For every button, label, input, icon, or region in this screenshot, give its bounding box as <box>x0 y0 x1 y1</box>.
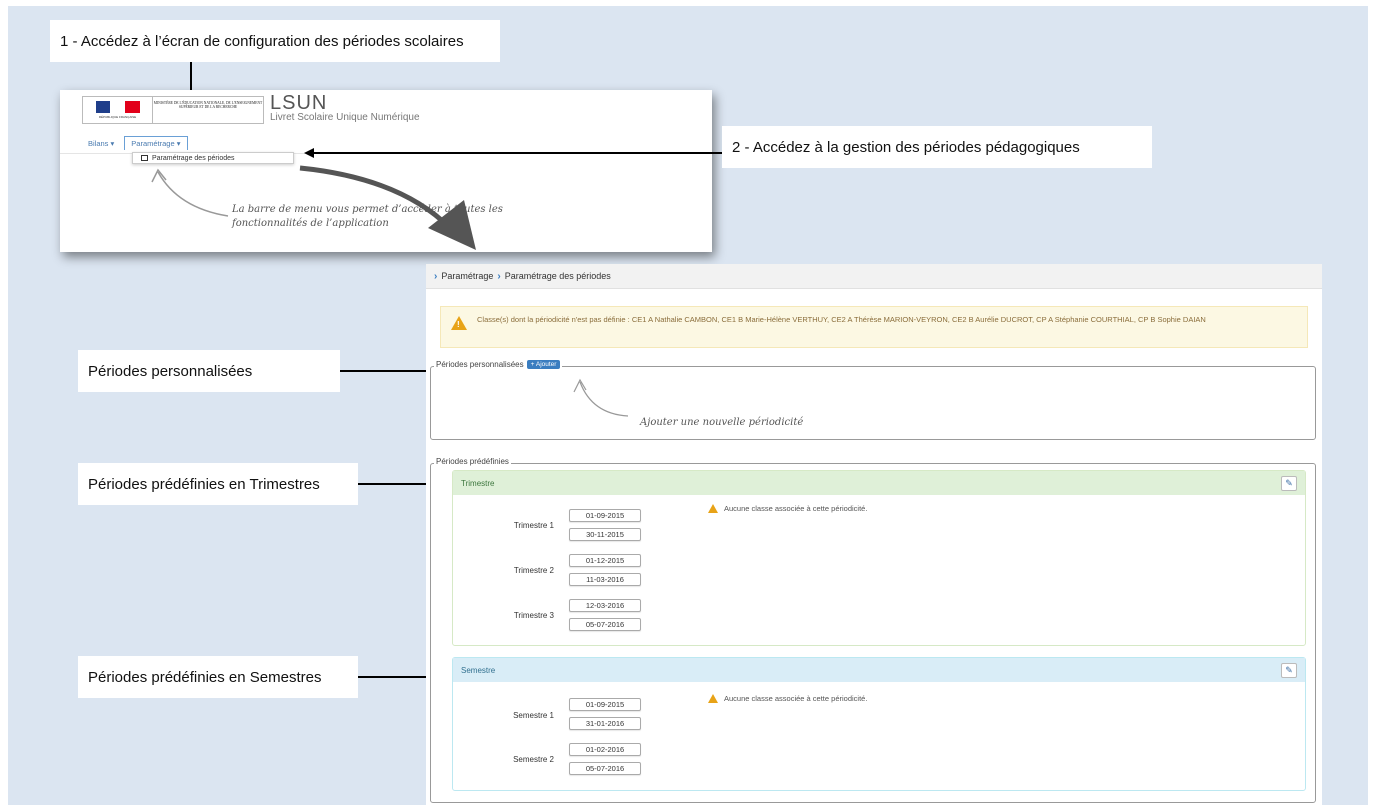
callout-step2-text: 2 - Accédez à la gestion des périodes pé… <box>732 138 1080 156</box>
arrow-step2-head <box>304 148 314 158</box>
semestre-notice: Aucune classe associée à cette périodici… <box>708 694 867 703</box>
trimestre-2-start[interactable]: 01-12-2015 <box>569 554 641 567</box>
semestre-panel-header: Semestre ✎ <box>453 658 1305 682</box>
trimestre-3-end[interactable]: 05-07-2016 <box>569 618 641 631</box>
trimestre-3-label: Trimestre 3 <box>513 611 554 620</box>
hand-drawn-arrow-icon <box>151 168 229 217</box>
add-period-hint: Ajouter une nouvelle périodicité <box>640 417 804 428</box>
breadcrumb-periodes: Paramétrage des périodes <box>504 271 611 281</box>
callout-perso: Périodes personnalisées <box>78 350 340 392</box>
callout-step2: 2 - Accédez à la gestion des périodes pé… <box>722 126 1152 168</box>
edit-trimestre-button[interactable]: ✎ <box>1281 475 1297 491</box>
trimestre-3-start[interactable]: 12-03-2016 <box>569 599 641 612</box>
trimestre-1-end[interactable]: 30-11-2015 <box>569 528 641 541</box>
periods-config-screen: › Paramétrage › Paramétrage des périodes… <box>426 264 1322 805</box>
warning-banner: Classe(s) dont la périodicité n'est pas … <box>440 306 1308 348</box>
trimestre-1-start[interactable]: 01-09-2015 <box>569 509 641 522</box>
custom-periods-fieldset <box>430 366 1316 440</box>
trimestre-2-label: Trimestre 2 <box>513 566 554 575</box>
warning-icon <box>451 316 467 330</box>
menu-bilans[interactable]: Bilans ▾ <box>82 137 120 150</box>
warning-icon <box>708 694 718 703</box>
trimestre-panel-header: Trimestre ✎ <box>453 471 1305 495</box>
semestre-1-end[interactable]: 31-01-2016 <box>569 717 641 730</box>
semestre-1-label: Semestre 1 <box>513 711 554 720</box>
breadcrumb-parametrage[interactable]: Paramétrage <box>441 271 493 281</box>
trimestre-title: Trimestre <box>461 478 495 488</box>
calendar-icon <box>141 155 148 161</box>
trimestre-1-label: Trimestre 1 <box>513 521 554 530</box>
semestre-2-label: Semestre 2 <box>513 755 554 764</box>
breadcrumb: › Paramétrage › Paramétrage des périodes <box>426 264 1322 289</box>
custom-periods-legend: Périodes personnalisées + Ajouter <box>434 360 563 369</box>
callout-trim: Périodes prédéfinies en Trimestres <box>78 463 358 505</box>
app-subtitle: Livret Scolaire Unique Numérique <box>270 112 420 123</box>
ministry-text: MINISTÈRE DE L'ÉDUCATION NATIONALE, DE L… <box>153 101 263 109</box>
hand-arrow-icon <box>573 378 629 417</box>
trimestre-notice: Aucune classe associée à cette périodici… <box>708 504 867 513</box>
edit-semestre-button[interactable]: ✎ <box>1281 662 1297 678</box>
semestre-1-start[interactable]: 01-09-2015 <box>569 698 641 711</box>
menu-item-parametrage-periodes[interactable]: Paramétrage des périodes <box>132 152 294 164</box>
predefined-periods-legend: Périodes prédéfinies <box>434 457 511 466</box>
curved-arrow-icon <box>299 165 476 250</box>
callout-step1-text: 1 - Accédez à l’écran de configuration d… <box>60 32 464 50</box>
ministry-logo: RÉPUBLIQUE FRANÇAISE MINISTÈRE DE L'ÉDUC… <box>82 96 264 124</box>
menu-bar: Bilans ▾ Paramétrage ▾ <box>82 134 192 152</box>
add-period-button[interactable]: + Ajouter <box>526 360 561 369</box>
menu-parametrage[interactable]: Paramétrage ▾ <box>124 136 188 150</box>
semestre-title: Semestre <box>461 665 496 675</box>
callout-step1: 1 - Accédez à l’écran de configuration d… <box>50 20 500 62</box>
arrow-step2-line <box>312 152 722 154</box>
flag-icon: RÉPUBLIQUE FRANÇAISE <box>83 97 153 123</box>
callout-sem: Périodes prédéfinies en Semestres <box>78 656 358 698</box>
warning-icon <box>708 504 718 513</box>
semestre-2-end[interactable]: 05-07-2016 <box>569 762 641 775</box>
warning-text: Classe(s) dont la périodicité n'est pas … <box>477 315 1206 324</box>
trimestre-2-end[interactable]: 11-03-2016 <box>569 573 641 586</box>
semestre-2-start[interactable]: 01-02-2016 <box>569 743 641 756</box>
